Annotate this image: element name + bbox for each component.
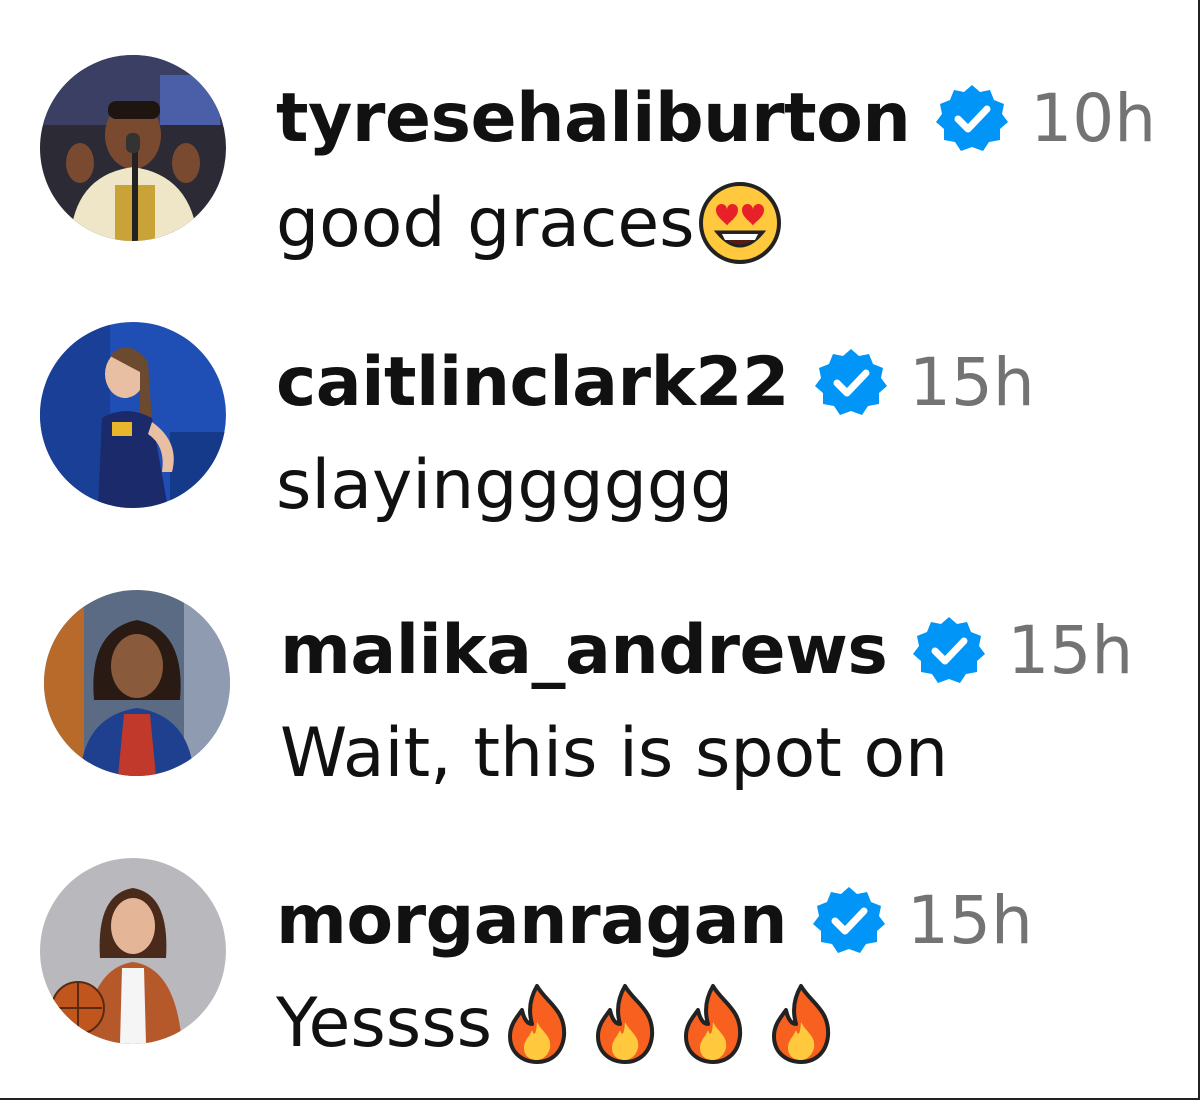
avatar[interactable] xyxy=(40,858,226,1044)
fire-emoji-icon xyxy=(670,980,756,1066)
comment-timestamp[interactable]: 15h xyxy=(909,344,1035,421)
comment-item: morganragan 15h Yessss xyxy=(0,840,1200,1098)
comment-item: caitlinclark22 15h slayingggggg xyxy=(0,290,1200,570)
username[interactable]: caitlinclark22 xyxy=(276,343,789,422)
heart-eyes-emoji-icon xyxy=(697,180,783,266)
username[interactable]: malika_andrews xyxy=(280,611,888,690)
verified-badge-icon xyxy=(936,82,1009,154)
comments-panel: tyresehaliburton 10h good graces caitlin… xyxy=(0,0,1200,1100)
comment-item: malika_andrews 15h Wait, this is spot on xyxy=(0,570,1200,840)
verified-badge-icon xyxy=(814,346,887,418)
comment-text: slayingggggg xyxy=(276,445,734,525)
fire-emoji-icon xyxy=(494,980,580,1066)
comment-timestamp[interactable]: 15h xyxy=(907,882,1033,959)
username[interactable]: morganragan xyxy=(276,881,787,960)
comment-text: good graces xyxy=(276,183,695,263)
verified-badge-icon xyxy=(812,884,885,956)
comment-timestamp[interactable]: 15h xyxy=(1007,612,1133,689)
avatar[interactable] xyxy=(40,55,226,241)
comment-item: tyresehaliburton 10h good graces xyxy=(0,0,1200,290)
fire-emoji-icon xyxy=(758,980,844,1066)
comment-timestamp[interactable]: 10h xyxy=(1030,80,1156,157)
username[interactable]: tyresehaliburton xyxy=(276,79,911,158)
comment-text: Wait, this is spot on xyxy=(280,713,949,793)
avatar[interactable] xyxy=(40,322,226,508)
fire-emoji-icon xyxy=(582,980,668,1066)
verified-badge-icon xyxy=(913,614,986,686)
avatar[interactable] xyxy=(44,590,230,776)
comment-text: Yessss xyxy=(276,983,493,1063)
